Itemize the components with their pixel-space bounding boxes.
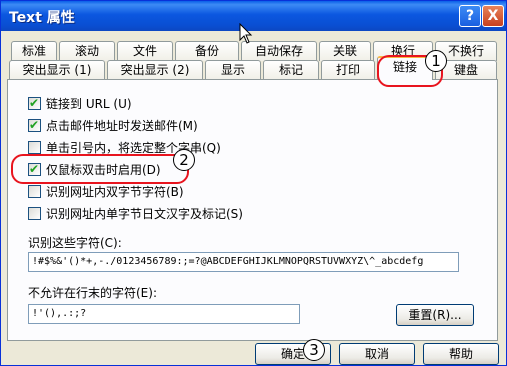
tab-highlight-2[interactable]: 突出显示 (2) bbox=[107, 60, 203, 80]
option-label: 链接到 URL (U) bbox=[46, 97, 132, 111]
option-label: 识别网址内双字节字符(B) bbox=[46, 185, 184, 199]
mouse-cursor-icon bbox=[239, 23, 253, 44]
no-end-chars-input[interactable]: !'(),.:;? bbox=[28, 304, 300, 324]
option-label: 点击邮件地址时发送邮件(M) bbox=[46, 119, 198, 133]
help-button[interactable]: 帮助 bbox=[423, 343, 499, 365]
option-link-to-url[interactable]: ✔ 链接到 URL (U) bbox=[28, 96, 132, 114]
reset-button[interactable]: 重置(R)... bbox=[396, 304, 474, 326]
tab-highlight-1[interactable]: 突出显示 (1) bbox=[9, 60, 105, 80]
properties-dialog: Text 属性 ? X 标准 滚动 文件 备份 自动保存 关联 换行 不换行 突… bbox=[0, 0, 507, 366]
tab-display[interactable]: 显示 bbox=[205, 60, 261, 80]
step-marker-2: 2 bbox=[173, 149, 195, 171]
checkbox[interactable] bbox=[28, 141, 41, 154]
option-send-mail[interactable]: ✔ 点击邮件地址时发送邮件(M) bbox=[28, 118, 198, 136]
check-icon: ✔ bbox=[29, 118, 40, 132]
tab-standard[interactable]: 标准 bbox=[11, 41, 57, 61]
checkbox[interactable]: ✔ bbox=[28, 96, 41, 110]
step-marker-3: 3 bbox=[303, 339, 325, 361]
option-double-byte[interactable]: 识别网址内双字节字符(B) bbox=[28, 184, 184, 202]
tab-print[interactable]: 打印 bbox=[321, 60, 375, 80]
no-end-chars-label: 不允许在行末的字符(E): bbox=[28, 286, 157, 300]
chars-label: 识别这些字符(C): bbox=[28, 236, 122, 250]
link-tab-panel: ✔ 链接到 URL (U) ✔ 点击邮件地址时发送邮件(M) 单击引号内，将选定整个… bbox=[7, 79, 498, 341]
checkbox[interactable] bbox=[28, 185, 41, 198]
window-title: Text 属性 bbox=[9, 10, 75, 26]
tab-backup[interactable]: 备份 bbox=[175, 41, 239, 61]
step-marker-1: 1 bbox=[425, 50, 447, 72]
highlight-ring-double-click bbox=[11, 154, 189, 184]
close-button[interactable]: X bbox=[482, 5, 504, 27]
checkbox[interactable]: ✔ bbox=[28, 118, 41, 132]
tab-association[interactable]: 关联 bbox=[319, 41, 371, 61]
checkbox[interactable] bbox=[28, 207, 41, 220]
tab-scroll[interactable]: 滚动 bbox=[59, 41, 115, 61]
help-title-button[interactable]: ? bbox=[459, 5, 481, 27]
cancel-button[interactable]: 取消 bbox=[339, 343, 415, 365]
chars-input[interactable]: !#$%&'()*+,-./0123456789:;=?@ABCDEFGHIJK… bbox=[28, 252, 459, 272]
check-icon: ✔ bbox=[29, 96, 40, 110]
tab-marks[interactable]: 标记 bbox=[263, 60, 319, 80]
option-single-byte-japanese[interactable]: 识别网址内单字节日文汉字及标记(S) bbox=[28, 206, 243, 224]
tab-file[interactable]: 文件 bbox=[117, 41, 173, 61]
option-label: 单击引号内，将选定整个字串(Q) bbox=[46, 141, 221, 155]
option-label: 识别网址内单字节日文汉字及标记(S) bbox=[46, 207, 243, 221]
